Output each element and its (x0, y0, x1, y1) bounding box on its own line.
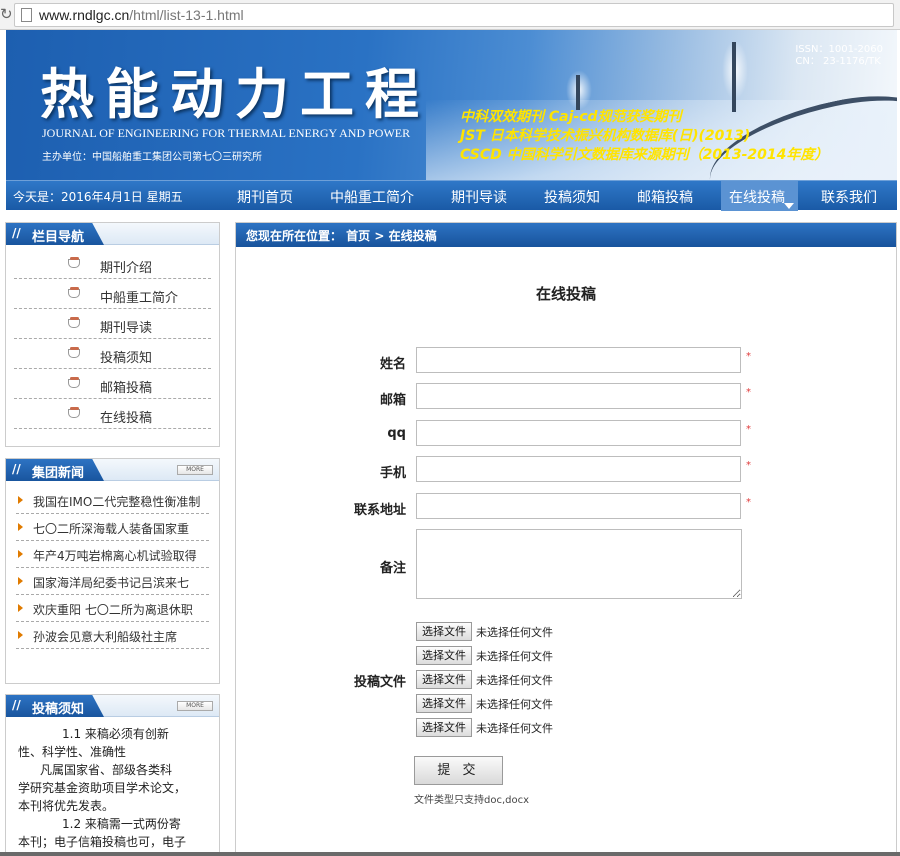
choose-file-button[interactable]: 选择文件 (416, 622, 472, 641)
file-status: 未选择任何文件 (476, 698, 553, 711)
choose-file-button[interactable]: 选择文件 (416, 718, 472, 737)
group-news-panel: // 集团新闻 MORE 我国在IMO二代完整稳性衡准制 七〇二所深海载人装备国家重… (5, 458, 220, 684)
nav-home[interactable]: 期刊首页 (237, 187, 293, 207)
address-label: 联系地址 (353, 503, 406, 518)
breadcrumb: 您现在所在位置： 首页 > 在线投稿 (236, 223, 896, 247)
required-mark: * (746, 497, 751, 508)
nav-online-submit[interactable]: 在线投稿 (729, 187, 785, 207)
file-status: 未选择任何文件 (476, 722, 553, 735)
name-field[interactable] (416, 347, 741, 373)
news-item[interactable]: 欢庆重阳 七〇二所为离退休职 (16, 595, 209, 622)
qq-label: qq (387, 426, 406, 441)
panel-title: 栏目导航 (32, 230, 85, 245)
column-item[interactable]: 在线投稿 (14, 399, 211, 429)
cup-icon (68, 407, 80, 418)
email-label: 邮箱 (379, 393, 406, 408)
column-item[interactable]: 期刊导读 (14, 309, 211, 339)
email-field[interactable] (416, 383, 741, 409)
double-slash-icon: // (12, 462, 21, 476)
column-item[interactable]: 中船重工简介 (14, 279, 211, 309)
arrow-icon (18, 604, 23, 612)
phone-label: 手机 (379, 466, 406, 481)
arrow-icon (18, 631, 23, 639)
choose-file-button[interactable]: 选择文件 (416, 694, 472, 713)
double-slash-icon: // (12, 226, 21, 240)
note-textarea[interactable] (416, 529, 742, 599)
cup-icon (68, 287, 80, 298)
file-status: 未选择任何文件 (476, 674, 553, 687)
submission-notice-panel: // 投稿须知 MORE 1.1 来稿必须有创新 性、科学性、准确性 凡属国家省、部… (5, 694, 220, 856)
required-mark: * (746, 387, 751, 398)
cup-icon (68, 257, 80, 268)
journal-sponsor: 主办单位：中国船舶重工集团公司第七〇三研究所 (42, 152, 262, 163)
reload-icon[interactable]: ↻ (0, 5, 12, 23)
submit-button[interactable]: 提 交 (414, 756, 503, 785)
page-icon (21, 8, 32, 22)
index-lines: 中科双效期刊 Caj-cd规范获奖期刊 JST 日本科学技术振兴机构数据库(日)… (460, 109, 829, 163)
double-slash-icon: // (12, 698, 21, 712)
news-item[interactable]: 孙波会见意大利船级社主席 (16, 622, 209, 649)
news-item[interactable]: 七〇二所深海载人装备国家重 (16, 514, 209, 541)
cup-icon (68, 347, 80, 358)
arrow-icon (18, 496, 23, 504)
more-button[interactable]: MORE (177, 701, 213, 711)
issn-info: ISSN：1001-2060 CN： 23-1176/TK (795, 44, 883, 67)
file-status: 未选择任何文件 (476, 650, 553, 663)
url-field[interactable]: www.rndlgc.cn/html/list-13-1.html (14, 3, 894, 27)
panel-title: 集团新闻 (32, 466, 85, 481)
main-content: 您现在所在位置： 首页 > 在线投稿 在线投稿 姓名 * 邮箱 * qq * 手… (235, 222, 897, 856)
browser-address-bar: ↻ www.rndlgc.cn/html/list-13-1.html (0, 0, 900, 30)
choose-file-button[interactable]: 选择文件 (416, 670, 472, 689)
today-date: 今天是：2016年4月1日 星期五 (13, 190, 183, 204)
arrow-icon (18, 577, 23, 585)
more-button[interactable]: MORE (177, 465, 213, 475)
name-label: 姓名 (379, 357, 406, 372)
notice-text: 1.1 来稿必须有创新 性、科学性、准确性 凡属国家省、部级各类科 学研究基金资… (18, 727, 187, 849)
news-item[interactable]: 我国在IMO二代完整稳性衡准制 (16, 487, 209, 514)
nav-contact[interactable]: 联系我们 (821, 187, 877, 207)
cup-icon (68, 377, 80, 388)
arrow-icon (18, 523, 23, 531)
cup-icon (68, 317, 80, 328)
file-type-hint: 文件类型只支持doc,docx (414, 795, 530, 806)
site-banner: 热能动力工程 JOURNAL OF ENGINEERING FOR THERMA… (6, 30, 897, 180)
qq-field[interactable] (416, 420, 741, 446)
bottom-edge (0, 852, 900, 856)
file-status: 未选择任何文件 (476, 626, 553, 639)
nav-cssc-intro[interactable]: 中船重工简介 (330, 187, 414, 207)
news-item[interactable]: 国家海洋局纪委书记吕滨来七 (16, 568, 209, 595)
journal-subtitle: JOURNAL OF ENGINEERING FOR THERMAL ENERG… (42, 126, 411, 140)
required-mark: * (746, 424, 751, 435)
required-mark: * (746, 460, 751, 471)
note-label: 备注 (379, 561, 406, 576)
page-title: 在线投稿 (535, 285, 596, 303)
phone-field[interactable] (416, 456, 741, 482)
column-nav-panel: // 栏目导航 期刊介绍 中船重工简介 期刊导读 投稿须知 邮箱投稿 在线投稿 (5, 222, 220, 447)
column-item[interactable]: 邮箱投稿 (14, 369, 211, 399)
address-field[interactable] (416, 493, 741, 519)
journal-title: 热能动力工程 (40, 62, 430, 126)
files-label: 投稿文件 (353, 675, 406, 690)
column-item[interactable]: 投稿须知 (14, 339, 211, 369)
nav-email-submit[interactable]: 邮箱投稿 (637, 187, 693, 207)
url-text: www.rndlgc.cn/html/list-13-1.html (39, 7, 244, 23)
required-mark: * (746, 351, 751, 362)
main-nav: 今天是：2016年4月1日 星期五 期刊首页 中船重工简介 期刊导读 投稿须知 … (6, 180, 897, 211)
news-item[interactable]: 年产4万吨岩棉离心机试验取得 (16, 541, 209, 568)
panel-title: 投稿须知 (32, 702, 85, 717)
column-item[interactable]: 期刊介绍 (14, 249, 211, 279)
nav-guide[interactable]: 期刊导读 (451, 187, 507, 207)
nav-submission-notice[interactable]: 投稿须知 (544, 187, 600, 207)
choose-file-button[interactable]: 选择文件 (416, 646, 472, 665)
arrow-icon (18, 550, 23, 558)
